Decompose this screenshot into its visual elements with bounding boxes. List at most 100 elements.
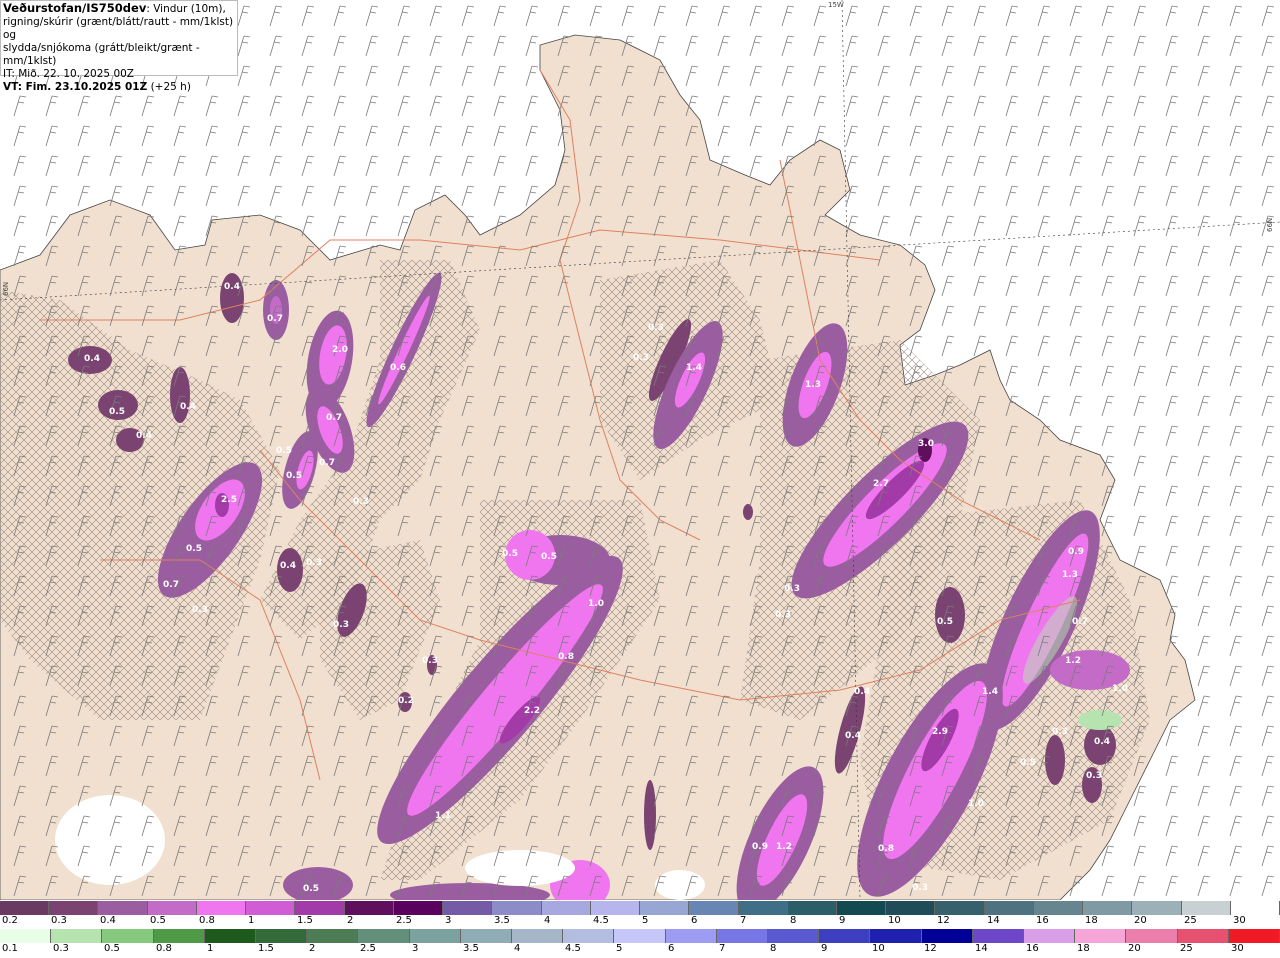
colorbar-swatch xyxy=(819,929,871,943)
colorbar-swatch xyxy=(1083,901,1133,915)
colorbar-swatch xyxy=(358,929,410,943)
colorbar-tick-label: 0.8 xyxy=(156,943,172,954)
colorbar-swatch xyxy=(921,929,973,943)
colorbar-tick-label: 25 xyxy=(1180,943,1193,954)
colorbar-swatch xyxy=(49,901,99,915)
colorbar-swatch xyxy=(738,901,788,915)
colorbar-swatch xyxy=(246,901,296,915)
colorbar-tick-label: 9 xyxy=(839,915,846,926)
precip-value-label: 1.2 xyxy=(1065,656,1081,666)
colorbar-tick-label: 4.5 xyxy=(593,915,609,926)
colorbar-swatch xyxy=(886,901,936,915)
colorbar-swatch xyxy=(614,929,666,943)
source-title: Veðurstofan/IS750dev xyxy=(3,1,147,15)
colorbar-swatch xyxy=(393,901,444,915)
precip-value-label: 1.2 xyxy=(776,842,792,852)
colorbar-tick-label: 2.5 xyxy=(396,915,412,926)
precip-value-label: 0.4 xyxy=(845,731,861,741)
colorbar-tick-label: 14 xyxy=(987,915,1000,926)
colorbar-tick-label: 0.5 xyxy=(104,943,120,954)
valid-time: VT: Fim. 23.10.2025 01Z (+25 h) xyxy=(3,81,235,94)
precip-value-label: 0.4 xyxy=(180,402,196,412)
colorbar-swatch xyxy=(1228,929,1280,943)
colorbar-tick-label: 4.5 xyxy=(565,943,581,954)
precip-value-label: 0.4 xyxy=(854,687,870,697)
colorbar-tick-label: 20 xyxy=(1128,943,1141,954)
precip-value-label: 0.4 xyxy=(224,282,240,292)
precip-value-label: 1.4 xyxy=(982,687,998,697)
initial-time: IT: Mið. 22. 10. 2025 00Z xyxy=(3,68,134,80)
colorbar-tick-label: 8 xyxy=(770,943,777,954)
precip-value-label: 0.3 xyxy=(192,605,208,615)
precip-value-label: 0.5 xyxy=(937,617,953,627)
colorbar-tick-label: 0.5 xyxy=(150,915,166,926)
precip-value-label: 0.5 xyxy=(286,471,302,481)
colorbar-swatch xyxy=(307,929,359,943)
colorbar-tick-label: 0.4 xyxy=(100,915,116,926)
colorbar-swatch xyxy=(1177,929,1229,943)
colorbar-swatch xyxy=(147,901,197,915)
wind-barbs xyxy=(0,0,1280,900)
colorbar-tick-label: 1.5 xyxy=(297,915,313,926)
snow-colorbar-labels: 0.2 0.3 0.4 0.5 0.8 1 1.5 2 2.5 3 3.5 4 4.5 5 6 7 8 9 10 12… xyxy=(0,915,1280,927)
colorbar-swatch xyxy=(935,901,985,915)
colorbar-tick-label: 6 xyxy=(691,915,698,926)
colorbar-tick-label: 1 xyxy=(248,915,255,926)
colorbar-swatch xyxy=(870,929,922,943)
map-info-box: Veðurstofan/IS750dev: Vindur (10m), rign… xyxy=(0,0,238,93)
colorbar-swatch xyxy=(344,901,394,915)
colorbar-swatch xyxy=(1126,929,1178,943)
precip-value-label: 0.5 xyxy=(109,407,125,417)
colorbar-swatch xyxy=(98,901,148,915)
colorbar-tick-label: 20 xyxy=(1134,915,1147,926)
valid-time-main: VT: Fim. 23.10.2025 01Z xyxy=(3,81,148,93)
precip-value-label: 0.3 xyxy=(422,656,438,666)
colorbar-tick-label: 2.5 xyxy=(360,943,376,954)
colorbar-tick-label: 5 xyxy=(616,943,623,954)
colorbar-swatch xyxy=(640,901,690,915)
title-suffix: : Vindur (10m), xyxy=(146,3,226,15)
colorbar-swatch xyxy=(787,901,837,915)
colorbar-tick-label: 6 xyxy=(668,943,675,954)
colorbar-tick-label: 2 xyxy=(347,915,354,926)
colorbar-swatch xyxy=(256,929,308,943)
snow-colorbar xyxy=(0,901,1280,915)
colorbar-swatch xyxy=(153,929,205,943)
forecast-hour: (+25 h) xyxy=(147,81,191,93)
precip-value-label: 1.4 xyxy=(686,363,702,373)
colorbar-swatch xyxy=(196,901,247,915)
weather-map[interactable]: 0.4 0.7 2.0 0.7 0.6 0.4 0.5 0.4 0.4 0.3 0.3 1.4 1.3 0… xyxy=(0,0,1280,900)
colorbar-tick-label: 0.3 xyxy=(53,943,69,954)
precip-value-label: 0.9 xyxy=(752,842,768,852)
precip-value-label: 2.2 xyxy=(524,706,540,716)
colorbar-swatch xyxy=(0,929,52,943)
colorbar-swatch xyxy=(1181,901,1231,915)
legend-line-snow: slydda/snjókoma (grátt/bleikt/grænt - mm… xyxy=(3,42,200,67)
colorbar-tick-label: 16 xyxy=(1026,943,1039,954)
colorbar-swatch xyxy=(1230,901,1280,915)
colorbar-swatch xyxy=(590,901,641,915)
colorbar-swatch xyxy=(665,929,717,943)
colorbar-swatch xyxy=(768,929,820,943)
precip-value-label: 0.8 xyxy=(878,844,894,854)
precip-value-label: 0.4 xyxy=(84,354,100,364)
precip-value-label: 0.2 xyxy=(398,696,414,706)
colorbar-swatch xyxy=(409,929,461,943)
colorbar-tick-label: 25 xyxy=(1184,915,1197,926)
colorbar-tick-label: 5 xyxy=(642,915,649,926)
colorbar-tick-label: 1 xyxy=(207,943,214,954)
precip-value-label: 0.5 xyxy=(186,544,202,554)
precip-value-label: 1.0 xyxy=(1112,684,1128,694)
colorbar-swatch xyxy=(836,901,887,915)
colorbar-swatch xyxy=(512,929,564,943)
precip-value-label: 1.1 xyxy=(435,811,451,821)
colorbar-swatch xyxy=(0,901,50,915)
precip-value-label: 0.5 xyxy=(541,552,557,562)
colorbar-tick-label: 18 xyxy=(1085,915,1098,926)
colorbar-tick-label: 8 xyxy=(790,915,797,926)
colorbar-swatch xyxy=(204,929,257,943)
longitude-label: 15W xyxy=(828,1,844,9)
title-line: Veðurstofan/IS750dev: Vindur (10m), xyxy=(3,2,235,16)
precip-value-label: 0.5 xyxy=(303,884,319,894)
colorbar-tick-label: 4 xyxy=(514,943,521,954)
